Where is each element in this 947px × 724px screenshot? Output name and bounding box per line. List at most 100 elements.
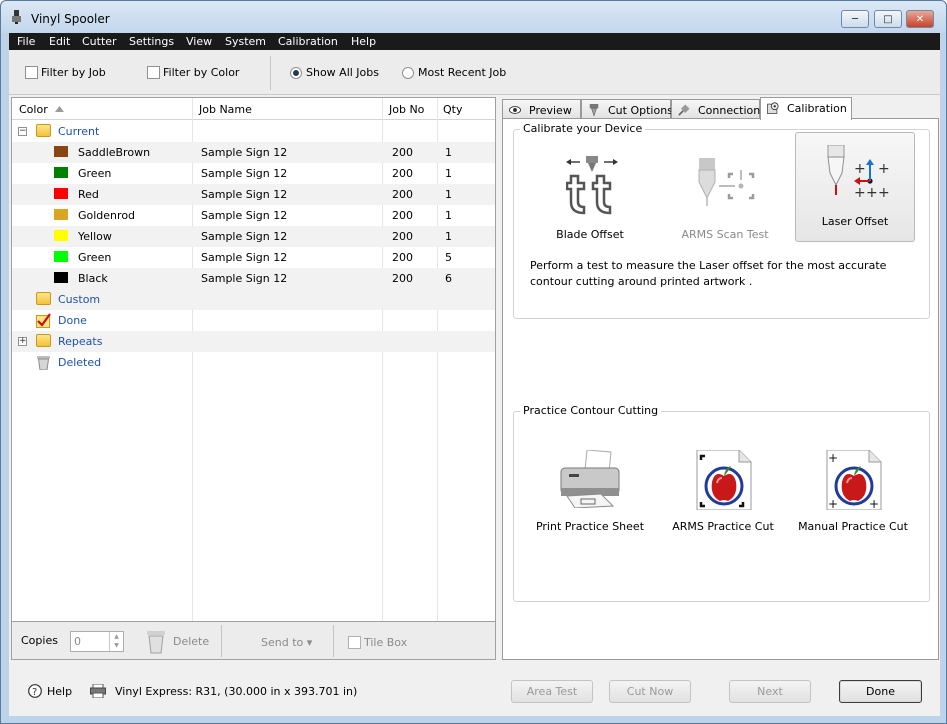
tab-calibration[interactable]: Calibration bbox=[760, 97, 852, 120]
device-status: Vinyl Express: R31, (30.000 in x 393.701… bbox=[115, 685, 357, 698]
table-row[interactable]: SaddleBrownSample Sign 122001 bbox=[12, 142, 495, 163]
table-row[interactable]: YellowSample Sign 122001 bbox=[12, 226, 495, 247]
menu-help[interactable]: Help bbox=[351, 35, 376, 48]
row-qty: 1 bbox=[445, 188, 452, 201]
copies-spin-buttons[interactable]: ▲ ▼ bbox=[109, 632, 123, 651]
blade-offset-tile[interactable]: Blade Offset bbox=[530, 146, 650, 256]
group-row-deleted[interactable]: Deleted bbox=[12, 352, 495, 373]
menu-system[interactable]: System bbox=[225, 35, 266, 48]
most-recent-job-label[interactable]: Most Recent Job bbox=[418, 66, 506, 79]
column-header-color[interactable]: Color bbox=[19, 103, 48, 116]
tile-box-checkbox[interactable] bbox=[348, 636, 361, 649]
row-qty: 1 bbox=[445, 167, 452, 180]
color-swatch bbox=[54, 188, 68, 199]
send-to-dropdown[interactable]: Send to ▾ bbox=[261, 636, 312, 649]
color-swatch bbox=[54, 230, 68, 241]
menu-cutter[interactable]: Cutter bbox=[82, 35, 117, 48]
print-practice-sheet-tile[interactable]: Print Practice Sheet bbox=[530, 432, 650, 542]
table-row[interactable]: RedSample Sign 122001 bbox=[12, 184, 495, 205]
svg-text:+: + bbox=[828, 497, 838, 510]
laser-offset-tile[interactable]: + + + + + Laser Offset bbox=[795, 132, 915, 242]
filter-by-job-label[interactable]: Filter by Job bbox=[41, 66, 106, 79]
manual-practice-cut-label: Manual Practice Cut bbox=[793, 520, 913, 533]
show-all-jobs-radio[interactable] bbox=[290, 67, 302, 79]
table-row[interactable]: GreenSample Sign 122001 bbox=[12, 163, 495, 184]
folder-icon bbox=[36, 292, 51, 305]
maximize-button[interactable]: □ bbox=[874, 10, 902, 28]
row-job-no: 200 bbox=[392, 188, 413, 201]
calibration-description: Perform a test to measure the Laser offs… bbox=[530, 258, 925, 290]
table-row[interactable]: GreenSample Sign 122005 bbox=[12, 247, 495, 268]
app-window: Vinyl Spooler ─ □ ✕ File Edit Cutter Set… bbox=[0, 0, 947, 724]
copies-value[interactable]: 0 bbox=[74, 635, 81, 648]
folder-icon bbox=[36, 124, 51, 137]
group-row-done[interactable]: Done bbox=[12, 310, 495, 331]
tile-box-label[interactable]: Tile Box bbox=[364, 636, 407, 649]
table-row[interactable]: BlackSample Sign 122006 bbox=[12, 268, 495, 289]
group-row-current[interactable]: − Current bbox=[12, 121, 495, 142]
tab-connection[interactable]: Connection bbox=[671, 99, 760, 119]
row-job-no: 200 bbox=[392, 230, 413, 243]
row-job-name: Sample Sign 12 bbox=[201, 272, 287, 285]
column-header-qty[interactable]: Qty bbox=[443, 103, 462, 116]
window-title: Vinyl Spooler bbox=[31, 12, 110, 26]
column-header-job-no[interactable]: Job No bbox=[389, 103, 424, 116]
menu-bar: File Edit Cutter Settings View System Ca… bbox=[9, 33, 940, 50]
manual-practice-cut-tile[interactable]: + + + Manual Practice Cut bbox=[793, 432, 913, 542]
color-swatch bbox=[54, 209, 68, 220]
blade-offset-label: Blade Offset bbox=[530, 228, 650, 241]
row-color-name: Yellow bbox=[78, 230, 112, 243]
done-button[interactable]: Done bbox=[839, 680, 922, 703]
calibration-panel: Calibrate your Device Blade Offset bbox=[502, 118, 939, 660]
tab-cut-options[interactable]: Cut Options bbox=[581, 99, 671, 119]
menu-settings[interactable]: Settings bbox=[129, 35, 174, 48]
filter-by-job-checkbox[interactable] bbox=[25, 66, 38, 79]
svg-text:+: + bbox=[866, 185, 878, 201]
expand-toggle[interactable]: + bbox=[18, 337, 27, 346]
client-area: Filter by Job Filter by Color Show All J… bbox=[9, 50, 940, 716]
group-label: Repeats bbox=[58, 335, 102, 348]
help-icon[interactable]: ? bbox=[28, 684, 42, 698]
arms-practice-cut-tile[interactable]: ARMS Practice Cut bbox=[663, 432, 783, 542]
row-job-no: 200 bbox=[392, 272, 413, 285]
close-button[interactable]: ✕ bbox=[906, 10, 934, 28]
spin-down-icon[interactable]: ▼ bbox=[110, 641, 123, 650]
show-all-jobs-label[interactable]: Show All Jobs bbox=[306, 66, 379, 79]
maximize-icon: □ bbox=[883, 14, 892, 25]
folder-icon bbox=[36, 334, 51, 347]
row-job-no: 200 bbox=[392, 146, 413, 159]
area-test-button[interactable]: Area Test bbox=[511, 680, 593, 703]
title-bar: Vinyl Spooler ─ □ ✕ bbox=[1, 1, 946, 33]
group-label: Done bbox=[58, 314, 87, 327]
right-tabs: Preview Cut Options Connection Calibrati… bbox=[502, 97, 938, 119]
most-recent-job-radio[interactable] bbox=[402, 67, 414, 79]
row-color-name: Green bbox=[78, 167, 111, 180]
tab-label: Preview bbox=[529, 104, 572, 117]
column-header-job-name[interactable]: Job Name bbox=[199, 103, 252, 116]
help-link[interactable]: Help bbox=[47, 685, 72, 698]
group-row-custom[interactable]: Custom bbox=[12, 289, 495, 310]
row-job-no: 200 bbox=[392, 209, 413, 222]
menu-calibration[interactable]: Calibration bbox=[278, 35, 338, 48]
svg-text:+: + bbox=[854, 161, 866, 177]
delete-button[interactable]: Delete bbox=[173, 635, 209, 648]
laser-offset-icon: + + + + + bbox=[822, 145, 892, 201]
row-qty: 5 bbox=[445, 251, 452, 264]
arms-scan-test-tile[interactable]: ARMS Scan Test bbox=[665, 146, 785, 256]
collapse-toggle[interactable]: − bbox=[18, 127, 27, 136]
menu-file[interactable]: File bbox=[17, 35, 35, 48]
filter-by-color-checkbox[interactable] bbox=[147, 66, 160, 79]
cut-now-button[interactable]: Cut Now bbox=[609, 680, 691, 703]
job-actions-bar: Copies 0 ▲ ▼ Delete Send to ▾ Tile Box bbox=[11, 622, 496, 660]
tab-preview[interactable]: Preview bbox=[502, 99, 581, 119]
menu-view[interactable]: View bbox=[186, 35, 212, 48]
minimize-button[interactable]: ─ bbox=[841, 10, 869, 28]
menu-edit[interactable]: Edit bbox=[49, 35, 70, 48]
copies-stepper[interactable]: 0 ▲ ▼ bbox=[70, 631, 124, 652]
svg-text:+: + bbox=[828, 451, 838, 465]
group-row-repeats[interactable]: + Repeats bbox=[12, 331, 495, 352]
table-row[interactable]: GoldenrodSample Sign 122001 bbox=[12, 205, 495, 226]
filter-by-color-label[interactable]: Filter by Color bbox=[163, 66, 239, 79]
spin-up-icon[interactable]: ▲ bbox=[110, 632, 123, 641]
next-button[interactable]: Next bbox=[729, 680, 811, 703]
